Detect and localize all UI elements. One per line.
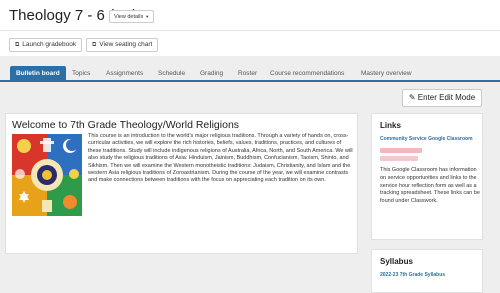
enter-edit-mode-button[interactable]: ✎ Enter Edit Mode xyxy=(402,89,482,107)
tab-topics[interactable]: Topics xyxy=(72,66,90,82)
tab-assignments[interactable]: Assignments xyxy=(106,66,143,82)
course-tabs: Bulletin board Topics Assignments Schedu… xyxy=(0,63,500,82)
redacted-text xyxy=(380,148,422,153)
redacted-text xyxy=(380,156,418,161)
caret-down-icon: ▼ xyxy=(145,14,150,19)
welcome-title: Welcome to 7th Grade Theology/World Reli… xyxy=(12,119,240,131)
view-seating-chart-button[interactable]: ⧉ View seating chart xyxy=(86,38,159,52)
launch-gradebook-button[interactable]: ⧉ Launch gradebook xyxy=(9,38,83,52)
launch-gradebook-label: Launch gradebook xyxy=(22,41,77,48)
view-seating-chart-label: View seating chart xyxy=(99,41,153,48)
external-link-icon: ⧉ xyxy=(92,42,97,48)
page-header: Theology 7 - 6 (P6) View details ▼ xyxy=(0,0,500,30)
syllabus-link[interactable]: 2022-23 7th Grade Syllabus xyxy=(380,272,445,278)
view-details-label: View details xyxy=(114,14,144,20)
community-service-link[interactable]: Community Service Google Classroom xyxy=(380,136,473,142)
action-bar: ⧉ Launch gradebook ⧉ View seating chart xyxy=(0,30,500,56)
syllabus-title: Syllabus xyxy=(380,257,413,266)
world-religions-symbols-image xyxy=(12,134,82,216)
course-description: This course is an introduction to the wo… xyxy=(88,133,353,184)
syllabus-card: Syllabus 2022-23 7th Grade Syllabus xyxy=(371,249,483,293)
pencil-icon: ✎ xyxy=(408,93,416,102)
external-link-icon: ⧉ xyxy=(15,42,20,48)
links-card: Links Community Service Google Classroom… xyxy=(371,113,483,240)
tab-course-recommendations[interactable]: Course recommendations xyxy=(270,66,344,82)
tab-schedule[interactable]: Schedule xyxy=(158,66,185,82)
enter-edit-mode-label: Enter Edit Mode xyxy=(417,93,476,102)
links-title: Links xyxy=(380,121,401,130)
tab-grading[interactable]: Grading xyxy=(200,66,223,82)
tab-roster[interactable]: Roster xyxy=(238,66,257,82)
view-details-button[interactable]: View details ▼ xyxy=(109,10,155,23)
links-description: This Google Classroom has information on… xyxy=(380,167,480,205)
tab-bulletin-board[interactable]: Bulletin board xyxy=(10,66,66,82)
welcome-card: Welcome to 7th Grade Theology/World Reli… xyxy=(5,113,358,254)
tab-mastery-overview[interactable]: Mastery overview xyxy=(361,66,412,82)
